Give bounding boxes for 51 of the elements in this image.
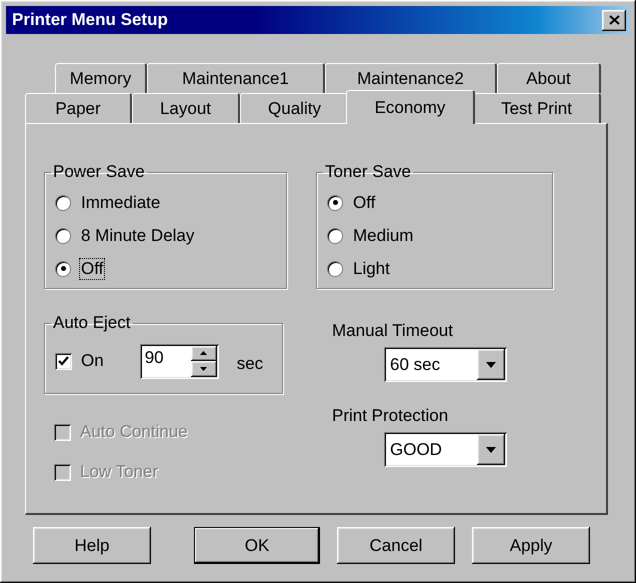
dialog-button[interactable]: OK	[194, 527, 320, 564]
dropdown-button[interactable]	[477, 434, 505, 465]
checkbox[interactable]	[55, 352, 72, 370]
group-label: Power Save	[52, 162, 146, 182]
checkbox-label: Low Toner	[80, 462, 158, 482]
checkbox-label: On	[81, 351, 104, 371]
field-label: Print Protection	[332, 406, 450, 426]
radio-button[interactable]	[55, 194, 71, 210]
close-icon	[608, 15, 620, 25]
dropdown-value: GOOD	[389, 439, 443, 461]
checkmark-icon	[58, 356, 69, 366]
radio-button[interactable]	[327, 228, 343, 244]
dropdown[interactable]: GOOD	[384, 432, 507, 467]
caret-icon	[486, 446, 496, 452]
option-label: Medium	[352, 226, 414, 246]
tab[interactable]: Layout	[132, 93, 240, 123]
option-label: Immediate	[80, 192, 162, 212]
dialog-button[interactable]: Apply	[472, 527, 590, 564]
number-field[interactable]: 90	[142, 346, 191, 376]
window-title: Printer Menu Setup	[12, 10, 168, 30]
radio-button[interactable]	[327, 194, 343, 210]
option-label: Off	[352, 192, 376, 212]
dropdown-value: 60 sec	[389, 354, 442, 376]
close-button[interactable]	[602, 10, 626, 30]
option-label: 8 Minute Delay	[80, 226, 196, 246]
up-arrow-icon	[200, 351, 208, 356]
tab[interactable]: Maintenance1	[147, 63, 325, 93]
spin-up-button[interactable]	[190, 346, 217, 361]
spin-down-button[interactable]	[190, 361, 217, 376]
option-label: Light	[352, 258, 391, 278]
checkbox-label: Auto Continue	[80, 422, 188, 442]
option-label: Off	[80, 258, 104, 278]
unit-label: sec	[236, 354, 264, 374]
dropdown[interactable]: 60 sec	[384, 347, 507, 382]
radio-button[interactable]	[55, 260, 71, 276]
down-arrow-icon	[200, 366, 208, 371]
radio-button[interactable]	[327, 260, 343, 276]
group-label: Auto Eject	[52, 313, 132, 333]
field-label: Manual Timeout	[332, 321, 454, 341]
tab[interactable]: Economy	[346, 90, 475, 124]
radio-button[interactable]	[55, 228, 71, 244]
tab[interactable]: Test Print	[473, 93, 601, 123]
tab[interactable]: Maintenance2	[325, 63, 497, 93]
dialog-button[interactable]: Help	[33, 527, 151, 564]
dialog-button[interactable]: Cancel	[337, 527, 455, 564]
caret-icon	[486, 362, 496, 368]
tab[interactable]: Paper	[25, 93, 132, 123]
tab[interactable]: Memory	[55, 63, 147, 93]
tab[interactable]: About	[497, 63, 601, 93]
group-label: Toner Save	[324, 162, 412, 182]
dropdown-button[interactable]	[477, 349, 505, 380]
